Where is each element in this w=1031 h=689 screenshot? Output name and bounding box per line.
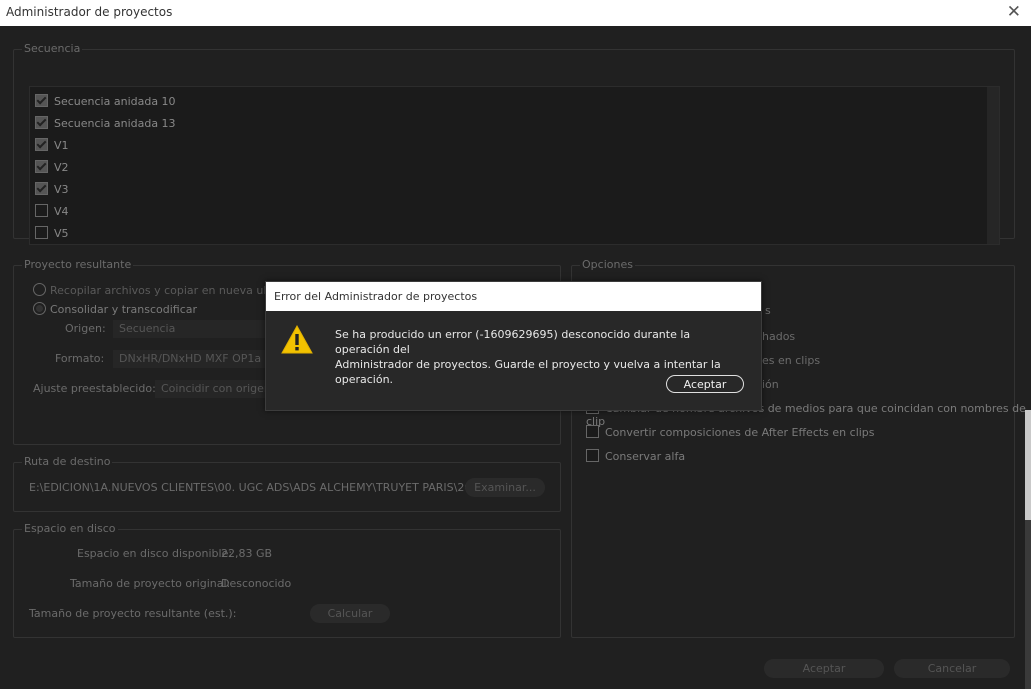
option-fragment: es en clips [762, 354, 821, 367]
dialog-title: Error del Administrador de proyectos [274, 290, 478, 303]
checkbox[interactable] [35, 204, 48, 217]
checkbox[interactable] [586, 449, 599, 462]
checkbox[interactable] [35, 138, 48, 151]
option-fragment: hados [762, 330, 796, 343]
format-label: Formato: [55, 352, 105, 365]
checkbox[interactable] [35, 226, 48, 239]
sequence-item-label: Secuencia anidada 13 [54, 117, 176, 130]
sequence-item[interactable]: V1 [35, 138, 69, 154]
window-title-bar: Administrador de proyectos ✕ [0, 0, 1031, 26]
preset-select[interactable]: Coincidir con origen [155, 380, 273, 398]
dialog-ok-button[interactable]: Aceptar [666, 375, 744, 393]
options-title: Opciones [580, 258, 635, 271]
origin-select[interactable]: Secuencia [113, 320, 273, 338]
consolidate-label: Consolidar y transcodificar [50, 303, 198, 316]
sequence-item-label: V5 [54, 227, 69, 240]
radio-button[interactable] [33, 283, 46, 296]
collect-label: Recopilar archivos y copiar en nueva ubi… [50, 284, 293, 297]
sequence-item[interactable]: Secuencia anidada 10 [35, 94, 176, 110]
resulting-project-title: Proyecto resultante [22, 258, 134, 271]
accept-button[interactable]: Aceptar [764, 659, 884, 678]
radio-button[interactable] [33, 302, 46, 315]
error-dialog: Error del Administrador de proyectos Se … [265, 281, 762, 411]
destination-title: Ruta de destino [22, 455, 113, 468]
sequence-item-label: V3 [54, 183, 69, 196]
warning-icon [281, 324, 313, 354]
sequence-group: Secuencia Secuencia anidada 10 Secuencia… [13, 42, 1015, 245]
checkbox[interactable] [35, 182, 48, 195]
checkbox[interactable] [586, 425, 599, 438]
keep-alpha-option[interactable]: Conservar alfa [586, 449, 685, 465]
browse-button[interactable]: Examinar... [465, 478, 545, 497]
convert-ae-label: Convertir composiciones de After Effects… [605, 426, 875, 439]
sequence-item[interactable]: V3 [35, 182, 69, 198]
available-space-value: 22,83 GB [221, 547, 273, 560]
sequence-item-label: Secuencia anidada 10 [54, 95, 176, 108]
dialog-title-bar: Error del Administrador de proyectos [266, 282, 761, 311]
format-select[interactable]: DNxHR/DNxHD MXF OP1a [113, 350, 273, 368]
sequence-item[interactable]: V2 [35, 160, 69, 176]
convert-ae-option[interactable]: Convertir composiciones de After Effects… [586, 425, 875, 441]
cancel-button[interactable]: Cancelar [894, 659, 1010, 678]
sequence-item-label: V4 [54, 205, 69, 218]
sequence-item[interactable]: V5 [35, 226, 69, 242]
collect-radio-option[interactable]: Recopilar archivos y copiar en nueva ubi… [33, 283, 292, 297]
background-window-edge [1025, 410, 1031, 520]
option-fragment: ión [762, 378, 779, 391]
sequence-list: Secuencia anidada 10 Secuencia anidada 1… [29, 86, 1000, 245]
disk-space-title: Espacio en disco [22, 522, 118, 535]
sequence-item-label: V1 [54, 139, 69, 152]
original-size-value: Desconocido [221, 577, 292, 590]
calculate-button[interactable]: Calcular [310, 604, 390, 623]
sequence-scrollbar[interactable] [987, 87, 999, 244]
sequence-group-title: Secuencia [22, 42, 83, 55]
checkbox[interactable] [35, 94, 48, 107]
sequence-item[interactable]: Secuencia anidada 13 [35, 116, 176, 132]
close-icon[interactable]: ✕ [1007, 2, 1021, 22]
keep-alpha-label: Conservar alfa [605, 450, 686, 463]
original-size-label: Tamaño de proyecto original: [70, 577, 231, 590]
available-space-label: Espacio en disco disponible: [77, 547, 233, 560]
background-window-edge [1025, 520, 1031, 689]
destination-path: E:\EDICION\1A.NUEVOS CLIENTES\00. UGC AD… [29, 481, 493, 494]
consolidate-radio-option[interactable]: Consolidar y transcodificar [33, 302, 197, 316]
sequence-item[interactable]: V4 [35, 204, 69, 220]
window-title: Administrador de proyectos [6, 5, 173, 19]
checkbox[interactable] [35, 160, 48, 173]
error-message-line: Se ha producido un error (-1609629695) d… [335, 328, 691, 356]
option-fragment: s [765, 304, 771, 317]
result-size-label: Tamaño de proyecto resultante (est.): [29, 607, 237, 620]
checkbox[interactable] [35, 116, 48, 129]
sequence-item-label: V2 [54, 161, 69, 174]
origin-label: Origen: [65, 322, 106, 335]
preset-label: Ajuste preestablecido: [33, 382, 156, 395]
